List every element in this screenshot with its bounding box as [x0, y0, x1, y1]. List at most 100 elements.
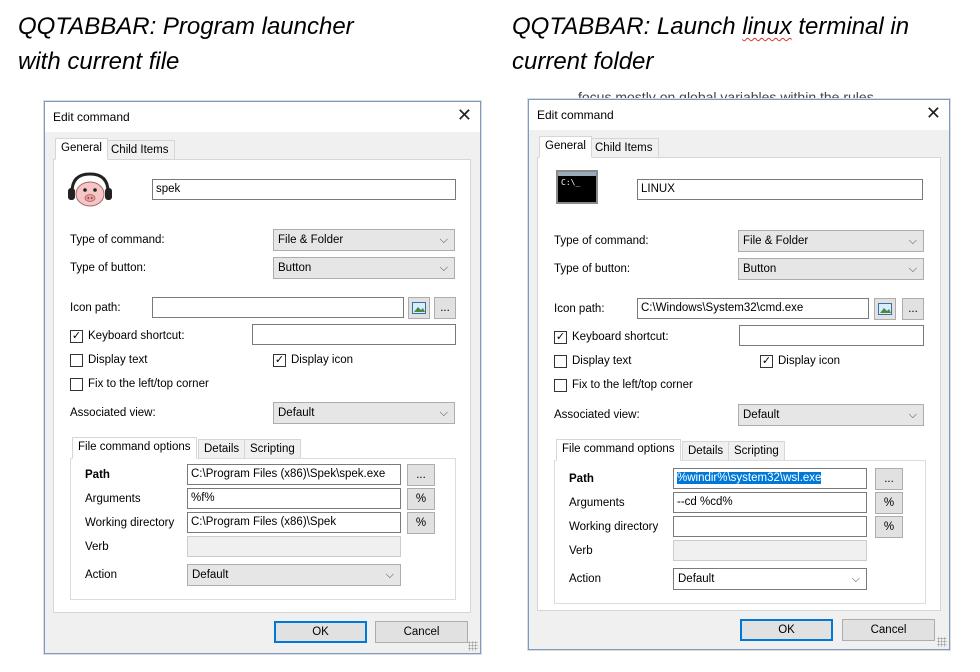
working-directory-label: Working directory	[85, 517, 175, 529]
caption-right-line1: QQTABBAR: Launch linux terminal in	[512, 13, 910, 40]
verb-label: Verb	[569, 545, 593, 557]
tab-scripting[interactable]: Scripting	[244, 439, 301, 459]
arguments-input[interactable]: --cd %cd%	[673, 492, 867, 513]
display-icon-label: Display icon	[778, 355, 840, 367]
separator	[546, 221, 932, 222]
pig-headphones-icon	[68, 172, 112, 207]
display-text-checkbox[interactable]	[70, 354, 83, 367]
working-directory-input[interactable]	[673, 516, 867, 537]
resize-grip[interactable]	[468, 641, 478, 651]
display-icon-checkbox[interactable]: ✓	[760, 355, 773, 368]
chevron-down-icon: ⌵	[908, 263, 917, 275]
type-of-command-label: Type of command:	[70, 234, 165, 246]
terminal-icon: C:\_	[556, 170, 598, 204]
type-of-button-select[interactable]: Button ⌵	[738, 258, 924, 280]
action-select[interactable]: Default ⌵	[673, 568, 867, 590]
caption-right: QQTABBAR: Launch linux terminal in curre…	[512, 9, 909, 79]
associated-view-select[interactable]: Default ⌵	[738, 404, 924, 426]
path-input[interactable]: %windir%\system32\wsl.exe	[673, 468, 867, 489]
keyboard-shortcut-checkbox[interactable]: ✓	[70, 330, 83, 343]
fix-corner-label: Fix to the left/top corner	[88, 378, 209, 390]
tab-file-command-options[interactable]: File command options	[72, 437, 197, 459]
associated-view-select[interactable]: Default ⌵	[273, 402, 455, 424]
tab-details[interactable]: Details	[198, 439, 246, 459]
tab-details[interactable]: Details	[682, 441, 730, 461]
caption-right-line2: current folder	[512, 48, 654, 75]
associated-view-label: Associated view:	[554, 409, 640, 421]
icon-path-input[interactable]	[152, 297, 404, 318]
fix-corner-label: Fix to the left/top corner	[572, 379, 693, 391]
arguments-variable-button[interactable]: %	[407, 488, 435, 510]
verb-label: Verb	[85, 541, 109, 553]
separator	[62, 286, 460, 287]
tab-child-items[interactable]: Child Items	[105, 140, 175, 160]
arguments-variable-button[interactable]: %	[875, 492, 903, 514]
type-of-button-label: Type of button:	[70, 262, 147, 274]
close-icon[interactable]: ✕	[926, 104, 941, 122]
cancel-button[interactable]: Cancel	[375, 621, 468, 643]
path-browse-button[interactable]: ...	[875, 468, 903, 490]
type-of-command-select[interactable]: File & Folder ⌵	[738, 230, 924, 252]
path-browse-button[interactable]: ...	[407, 464, 435, 486]
working-directory-variable-button[interactable]: %	[875, 516, 903, 538]
keyboard-shortcut-checkbox[interactable]: ✓	[554, 331, 567, 344]
type-of-command-label: Type of command:	[554, 235, 649, 247]
caption-left-line2: with current file	[18, 48, 180, 75]
ok-button[interactable]: OK	[740, 619, 833, 641]
close-icon[interactable]: ✕	[457, 106, 472, 124]
arguments-input[interactable]: %f%	[187, 488, 401, 509]
type-of-button-label: Type of button:	[554, 263, 631, 275]
titlebar[interactable]: Edit command ✕	[45, 102, 480, 132]
action-label: Action	[85, 569, 117, 581]
path-label: Path	[569, 473, 594, 485]
working-directory-input[interactable]: C:\Program Files (x86)\Spek	[187, 512, 401, 533]
arguments-label: Arguments	[569, 497, 625, 509]
tab-general[interactable]: General	[539, 136, 592, 158]
tab-child-items[interactable]: Child Items	[589, 138, 659, 158]
fix-corner-checkbox[interactable]	[554, 379, 567, 392]
chevron-down-icon: ⌵	[851, 573, 860, 585]
icon-browse-button[interactable]: ...	[902, 298, 924, 320]
caption-left: QQTABBAR: Program launcher with current …	[18, 9, 354, 79]
display-text-checkbox[interactable]	[554, 355, 567, 368]
caption-left-line1: QQTABBAR: Program launcher	[18, 13, 354, 40]
action-select[interactable]: Default ⌵	[187, 564, 401, 586]
tab-scripting[interactable]: Scripting	[728, 441, 785, 461]
dialog-title: Edit command	[537, 108, 614, 122]
chevron-down-icon: ⌵	[439, 234, 448, 246]
keyboard-shortcut-input[interactable]	[252, 324, 456, 345]
display-text-label: Display text	[88, 354, 148, 366]
icon-path-input[interactable]: C:\Windows\System32\cmd.exe	[637, 298, 869, 319]
command-name-input[interactable]: LINUX	[637, 179, 923, 200]
type-of-button-select[interactable]: Button ⌵	[273, 257, 455, 279]
verb-input	[673, 540, 867, 561]
tab-general[interactable]: General	[55, 138, 108, 160]
titlebar[interactable]: Edit command ✕	[529, 100, 949, 130]
dialog-title: Edit command	[53, 110, 130, 124]
resize-grip[interactable]	[937, 637, 947, 647]
icon-picker-button[interactable]	[408, 297, 430, 319]
icon-picker-button[interactable]	[874, 298, 896, 320]
image-icon	[412, 302, 426, 314]
working-directory-variable-button[interactable]: %	[407, 512, 435, 534]
fix-corner-checkbox[interactable]	[70, 378, 83, 391]
chevron-down-icon: ⌵	[439, 407, 448, 419]
ok-button[interactable]: OK	[274, 621, 367, 643]
command-name-input[interactable]: spek	[152, 179, 456, 200]
keyboard-shortcut-label: Keyboard shortcut:	[88, 330, 185, 342]
cancel-button[interactable]: Cancel	[842, 619, 935, 641]
path-input[interactable]: C:\Program Files (x86)\Spek\spek.exe	[187, 464, 401, 485]
file-command-panel: Path %windir%\system32\wsl.exe ... Argum…	[554, 460, 926, 604]
display-icon-checkbox[interactable]: ✓	[273, 354, 286, 367]
separator	[546, 287, 932, 288]
icon-path-label: Icon path:	[554, 303, 605, 315]
keyboard-shortcut-input[interactable]	[739, 325, 924, 346]
verb-input	[187, 536, 401, 557]
type-of-command-select[interactable]: File & Folder ⌵	[273, 229, 455, 251]
tab-file-command-options[interactable]: File command options	[556, 439, 681, 461]
action-label: Action	[569, 573, 601, 585]
file-command-panel: Path C:\Program Files (x86)\Spek\spek.ex…	[70, 458, 456, 600]
edit-command-dialog-right: Edit command ✕ General Child Items C:\_ …	[528, 99, 950, 650]
icon-browse-button[interactable]: ...	[434, 297, 456, 319]
chevron-down-icon: ⌵	[439, 262, 448, 274]
